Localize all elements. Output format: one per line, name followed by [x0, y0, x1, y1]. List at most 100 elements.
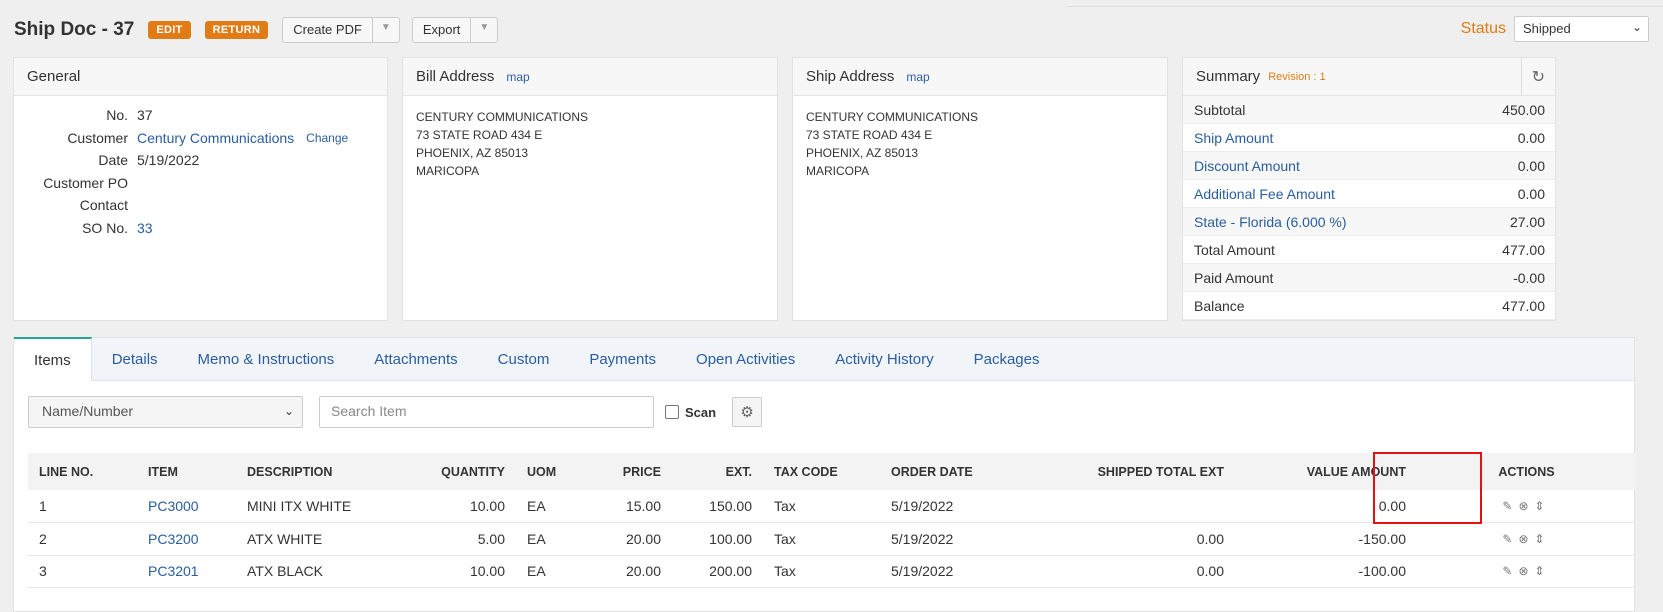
customer-link[interactable]: Century Communications	[137, 130, 294, 146]
field-value: 5/19/2022	[137, 152, 200, 169]
column-header[interactable]: TAX CODE	[763, 453, 880, 490]
cell-value-amount: -150.00	[1235, 522, 1417, 556]
table-row: 1 PC3000 MINI ITX WHITE 10.00 EA 15.00 1…	[28, 490, 1636, 523]
reorder-icon[interactable]: ⇕	[1535, 532, 1551, 546]
panel-title: Ship Address	[806, 68, 895, 85]
refresh-icon[interactable]: ↻	[1520, 57, 1555, 96]
cell-price: 20.00	[588, 555, 672, 588]
change-customer-link[interactable]: Change	[306, 131, 348, 145]
row-actions: ✎⊗⇕	[1417, 555, 1636, 588]
column-header[interactable]: LINE NO.	[28, 453, 137, 490]
row-actions: ✎⊗⇕	[1417, 490, 1636, 523]
column-header[interactable]: EXT.	[672, 453, 763, 490]
item-link[interactable]: PC3000	[148, 498, 199, 514]
create-pdf-button[interactable]: Create PDF	[283, 18, 372, 42]
edit-icon[interactable]: ✎	[1502, 532, 1518, 546]
cell-price: 20.00	[588, 522, 672, 556]
summary-value: 477.00	[1502, 241, 1545, 258]
column-header[interactable]: VALUE AMOUNT	[1235, 453, 1417, 490]
ship-address-panel: Ship Address map CENTURY COMMUNICATIONS 7…	[792, 57, 1168, 321]
delete-icon[interactable]: ⊗	[1518, 532, 1534, 546]
chevron-down-icon[interactable]: ▼	[470, 18, 497, 42]
tab-activity-history[interactable]: Activity History	[815, 338, 953, 380]
field-label: No.	[106, 107, 128, 124]
column-header[interactable]: UOM	[516, 453, 588, 490]
field-label: Customer	[67, 129, 128, 146]
chevron-down-icon[interactable]: ▼	[371, 18, 399, 42]
column-header[interactable]: SHIPPED TOTAL EXT	[1020, 453, 1235, 490]
summary-value: 477.00	[1502, 297, 1545, 314]
tab-attachments[interactable]: Attachments	[354, 338, 477, 380]
create-pdf-group: Create PDF ▼	[282, 17, 400, 43]
summary-panel: Summary Revision : 1 ↻ Subtotal 450.00 Sh…	[1182, 57, 1556, 321]
ship-map-link[interactable]: map	[906, 70, 929, 84]
page-title: Ship Doc - 37	[14, 19, 135, 40]
discount-amount-link[interactable]: Discount Amount	[1194, 158, 1300, 174]
search-item-input[interactable]: Search Item	[319, 396, 654, 428]
panel-title: Summary	[1196, 68, 1261, 85]
column-header[interactable]: ITEM	[137, 453, 236, 490]
cell-quantity: 5.00	[406, 522, 516, 556]
cell-ext: 200.00	[672, 555, 763, 588]
address-line: CENTURY COMMUNICATIONS	[806, 110, 979, 124]
address-line: PHOENIX, AZ 85013	[806, 146, 919, 160]
tab-payments[interactable]: Payments	[569, 338, 676, 380]
tax-link[interactable]: State - Florida (6.000 %)	[1194, 214, 1347, 230]
reorder-icon[interactable]: ⇕	[1535, 564, 1551, 578]
tab-memo[interactable]: Memo & Instructions	[178, 338, 355, 380]
bill-map-link[interactable]: map	[506, 70, 529, 84]
chevron-down-icon: ⌄	[1631, 20, 1642, 34]
ship-address-text: CENTURY COMMUNICATIONS 73 STATE ROAD 434…	[793, 96, 1167, 192]
panel-title: General	[27, 68, 81, 85]
edit-icon[interactable]: ✎	[1502, 564, 1518, 578]
general-header: General	[14, 58, 387, 96]
cell-description: ATX BLACK	[236, 555, 406, 588]
delete-icon[interactable]: ⊗	[1518, 564, 1534, 578]
status-select[interactable]: Shipped ⌄	[1514, 16, 1649, 42]
cell-date: 5/19/2022	[880, 555, 1020, 588]
row-actions: ✎⊗⇕	[1417, 522, 1636, 556]
gear-icon[interactable]: ⚙	[732, 397, 763, 427]
cell-tax: Tax	[763, 522, 880, 556]
tab-details[interactable]: Details	[92, 338, 178, 380]
return-button[interactable]: RETURN	[204, 21, 269, 39]
edit-icon[interactable]: ✎	[1502, 499, 1518, 513]
checkbox-icon[interactable]	[665, 405, 679, 419]
additional-fee-link[interactable]: Additional Fee Amount	[1194, 186, 1335, 202]
delete-icon[interactable]: ⊗	[1518, 499, 1534, 513]
address-line: MARICOPA	[416, 164, 480, 178]
search-type-select[interactable]: Name/Number ⌄	[28, 396, 303, 428]
scan-checkbox[interactable]: Scan	[665, 405, 716, 420]
item-link[interactable]: PC3200	[148, 531, 199, 547]
summary-row: Total Amount 477.00	[1183, 236, 1555, 264]
tab-items[interactable]: Items	[14, 337, 92, 381]
reorder-icon[interactable]: ⇕	[1535, 499, 1551, 513]
cell-line: 2	[28, 522, 137, 556]
cell-quantity: 10.00	[406, 555, 516, 588]
tab-open-activities[interactable]: Open Activities	[676, 338, 815, 380]
column-header[interactable]: ORDER DATE	[880, 453, 1020, 490]
column-header[interactable]: DESCRIPTION	[236, 453, 406, 490]
tab-custom[interactable]: Custom	[478, 338, 570, 380]
column-header[interactable]: QUANTITY	[406, 453, 516, 490]
chevron-down-icon: ⌄	[283, 404, 294, 418]
field-label: Date	[98, 152, 128, 169]
export-button[interactable]: Export	[413, 18, 471, 42]
column-header[interactable]: PRICE	[588, 453, 672, 490]
tab-container: Items Details Memo & Instructions Attach…	[13, 337, 1636, 612]
address-line: 73 STATE ROAD 434 E	[806, 128, 933, 142]
summary-row: Subtotal 450.00	[1183, 96, 1555, 124]
revision-badge: Revision : 1	[1268, 70, 1326, 83]
field-label: Contact	[79, 197, 128, 214]
select-value: Name/Number	[42, 403, 134, 419]
item-link[interactable]: PC3201	[148, 563, 199, 579]
cell-uom: EA	[516, 490, 588, 523]
edit-button[interactable]: EDIT	[148, 21, 191, 39]
tab-packages[interactable]: Packages	[954, 338, 1060, 380]
cell-value-amount: 0.00	[1235, 490, 1417, 523]
tab-bar: Items Details Memo & Instructions Attach…	[14, 337, 1634, 381]
ship-amount-link[interactable]: Ship Amount	[1194, 130, 1273, 146]
field-label: SO No.	[82, 219, 128, 236]
address-line: 73 STATE ROAD 434 E	[416, 128, 543, 142]
so-number-link[interactable]: 33	[137, 220, 153, 236]
